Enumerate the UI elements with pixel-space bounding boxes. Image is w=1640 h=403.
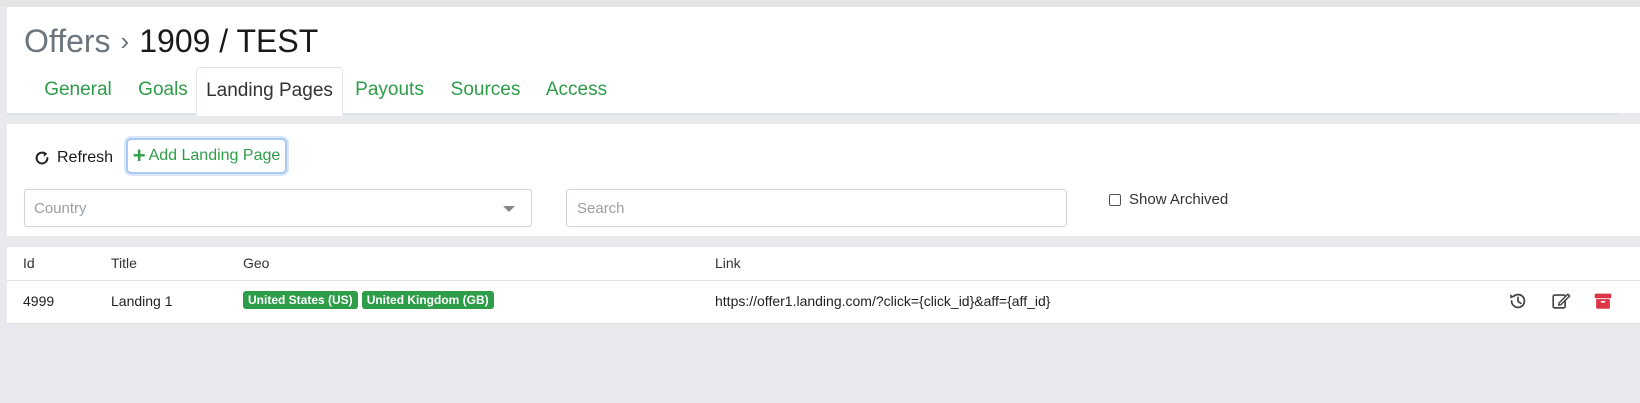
column-header-id[interactable]: Id <box>23 255 35 271</box>
page-title: 1909 / TEST <box>139 23 319 59</box>
history-icon[interactable] <box>1507 290 1529 312</box>
breadcrumb-separator: › <box>120 26 130 56</box>
country-select[interactable]: Country <box>24 189 532 227</box>
row-id: 4999 <box>23 293 55 309</box>
add-landing-page-label: Add Landing Page <box>148 147 281 164</box>
tab-general[interactable]: General <box>25 67 131 113</box>
search-input[interactable] <box>566 189 1067 227</box>
tab-access[interactable]: Access <box>539 67 614 113</box>
table-header: Id Title Geo Link <box>7 247 1640 281</box>
refresh-button[interactable]: Refresh <box>33 141 119 175</box>
column-header-link[interactable]: Link <box>715 255 741 271</box>
column-header-geo[interactable]: Geo <box>243 255 269 271</box>
add-landing-page-button[interactable]: + Add Landing Page <box>126 138 287 174</box>
edit-icon[interactable] <box>1550 290 1572 312</box>
tab-bar: General Goals Landing Pages Payouts Sour… <box>7 67 1620 116</box>
row-link[interactable]: https://offer1.landing.com/?click={click… <box>715 293 1050 309</box>
column-header-title[interactable]: Title <box>111 255 137 271</box>
row-title: Landing 1 <box>111 293 173 309</box>
tab-sources[interactable]: Sources <box>443 67 528 113</box>
row-geo: United States (US) United Kingdom (GB) <box>243 291 498 309</box>
geo-badge: United Kingdom (GB) <box>361 291 494 309</box>
plus-icon: + <box>132 143 146 168</box>
refresh-icon <box>35 151 49 165</box>
show-archived-checkbox[interactable] <box>1109 193 1121 206</box>
breadcrumb-offers-link[interactable]: Offers <box>24 23 111 59</box>
country-placeholder: Country <box>34 200 87 217</box>
table-row[interactable]: 4999 Landing 1 United States (US) United … <box>7 281 1640 322</box>
show-archived-label: Show Archived <box>1129 191 1229 208</box>
archive-icon[interactable] <box>1592 290 1614 312</box>
geo-badge: United States (US) <box>243 291 358 309</box>
top-strip <box>0 0 1640 7</box>
refresh-label: Refresh <box>57 149 114 166</box>
chevron-down-icon <box>503 206 515 212</box>
landing-pages-table: Id Title Geo Link 4999 Landing 1 United … <box>7 247 1640 324</box>
tab-goals[interactable]: Goals <box>131 67 195 113</box>
filter-panel: Refresh + Add Landing Page Country Show … <box>7 124 1640 236</box>
show-archived-toggle[interactable]: Show Archived <box>1109 191 1228 208</box>
tab-payouts[interactable]: Payouts <box>347 67 432 113</box>
breadcrumb: Offers › 1909 / TEST <box>24 21 318 63</box>
tab-landing-pages[interactable]: Landing Pages <box>196 67 343 116</box>
page-header: Offers › 1909 / TEST General Goals Landing… <box>7 7 1640 116</box>
